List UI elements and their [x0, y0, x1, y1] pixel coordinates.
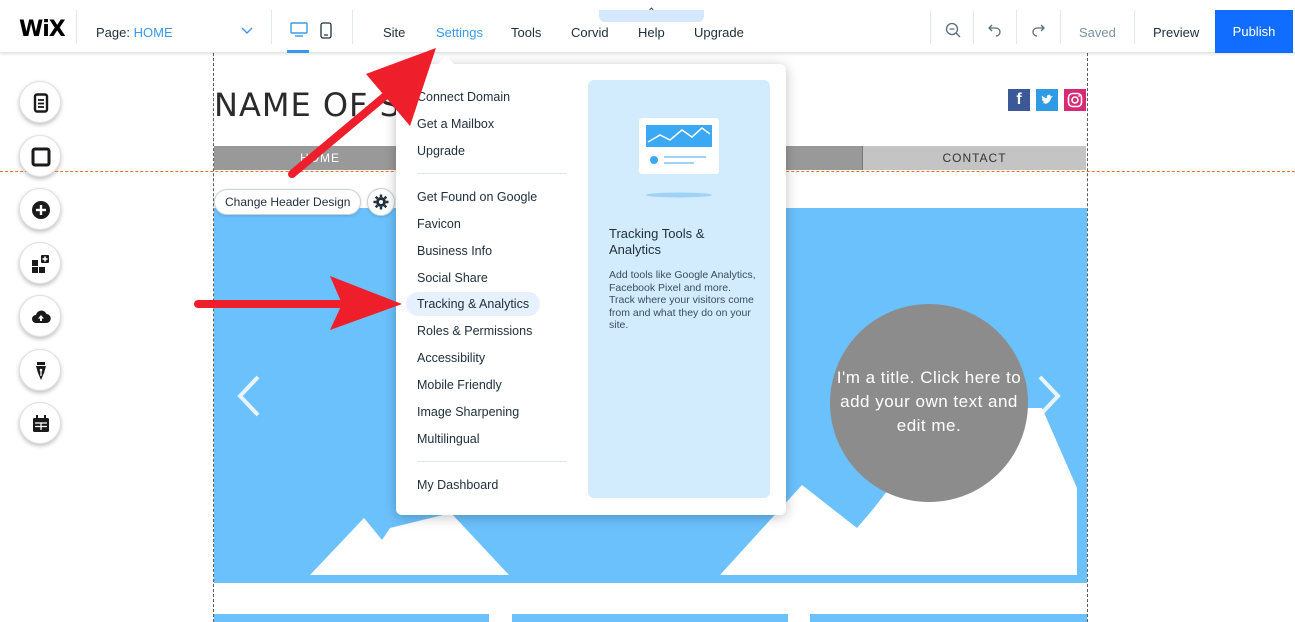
menu-item-social-share[interactable]: Social Share — [417, 271, 488, 285]
page-selector[interactable]: Page: HOME — [96, 25, 173, 40]
site-guide-right — [1087, 53, 1088, 622]
menu-item-business-info[interactable]: Business Info — [417, 244, 492, 258]
nav-contact[interactable]: CONTACT — [863, 146, 1086, 170]
divider — [930, 10, 931, 44]
wix-logo: WiX — [19, 17, 66, 42]
menu-item-roles-permissions[interactable]: Roles & Permissions — [417, 324, 532, 338]
facebook-icon[interactable]: f — [1008, 89, 1030, 111]
content-strip — [214, 614, 489, 622]
bookings-icon[interactable] — [19, 402, 61, 444]
instagram-icon[interactable] — [1064, 89, 1086, 111]
menu-item-my-dashboard[interactable]: My Dashboard — [417, 478, 498, 492]
blog-icon[interactable] — [19, 349, 61, 391]
divider — [1060, 10, 1061, 44]
content-strip — [512, 614, 788, 622]
menu-item-favicon[interactable]: Favicon — [417, 217, 461, 231]
change-header-design-button[interactable]: Change Header Design — [214, 189, 362, 215]
undo-icon[interactable] — [987, 22, 1003, 43]
top-bar: WiX Page: HOME Site Settings Tools Corvi… — [0, 0, 1295, 53]
pages-icon[interactable] — [19, 81, 61, 123]
menu-upgrade[interactable]: Upgrade — [694, 25, 744, 40]
menu-corvid[interactable]: Corvid — [571, 25, 609, 40]
slide-next-arrow[interactable] — [1036, 374, 1062, 428]
panel-title: Tracking Tools & Analytics — [609, 226, 705, 257]
redo-icon[interactable] — [1030, 22, 1046, 43]
divider — [973, 10, 974, 44]
analytics-illustration — [639, 118, 719, 198]
twitter-icon[interactable] — [1036, 89, 1058, 111]
divider — [1134, 10, 1135, 44]
upload-icon[interactable] — [19, 295, 61, 337]
saved-status: Saved — [1079, 25, 1116, 40]
collapse-handle[interactable]: ⌃ — [599, 8, 704, 22]
menu-item-tracking-analytics[interactable]: Tracking & Analytics — [406, 292, 541, 316]
menu-separator — [417, 461, 567, 462]
menu-item-multilingual[interactable]: Multilingual — [417, 432, 480, 446]
panel-description: Add tools like Google Analytics, Faceboo… — [609, 269, 756, 331]
menu-item-image-sharpening[interactable]: Image Sharpening — [417, 405, 519, 419]
menu-help[interactable]: Help — [638, 25, 665, 40]
slide-title-text[interactable]: I'm a title. Click here to add your own … — [830, 366, 1028, 438]
menu-item-mobile-friendly[interactable]: Mobile Friendly — [417, 378, 502, 392]
add-icon[interactable] — [19, 188, 61, 230]
content-strip — [810, 614, 1087, 622]
menu-tools[interactable]: Tools — [511, 25, 541, 40]
slide-prev-arrow[interactable] — [236, 374, 262, 428]
zoom-icon[interactable] — [945, 22, 961, 43]
menu-item-get-found-on-google[interactable]: Get Found on Google — [417, 190, 537, 204]
menu-item-accessibility[interactable]: Accessibility — [417, 351, 485, 365]
preview-button[interactable]: Preview — [1153, 25, 1199, 40]
divider — [76, 10, 77, 44]
annotation-arrow-icon — [194, 276, 402, 330]
page-selector-value: HOME — [133, 25, 173, 40]
background-icon[interactable] — [19, 135, 61, 177]
publish-button[interactable]: Publish — [1215, 10, 1293, 53]
divider — [1016, 10, 1017, 44]
chevron-down-icon[interactable] — [241, 24, 253, 38]
page-selector-label: Page: — [96, 25, 130, 40]
annotation-arrow-icon — [288, 48, 436, 178]
wix-editor: { "topbar": { "logo": "WiX", "page_label… — [0, 0, 1295, 622]
gear-icon[interactable] — [367, 188, 395, 216]
add-apps-icon[interactable] — [19, 242, 61, 284]
